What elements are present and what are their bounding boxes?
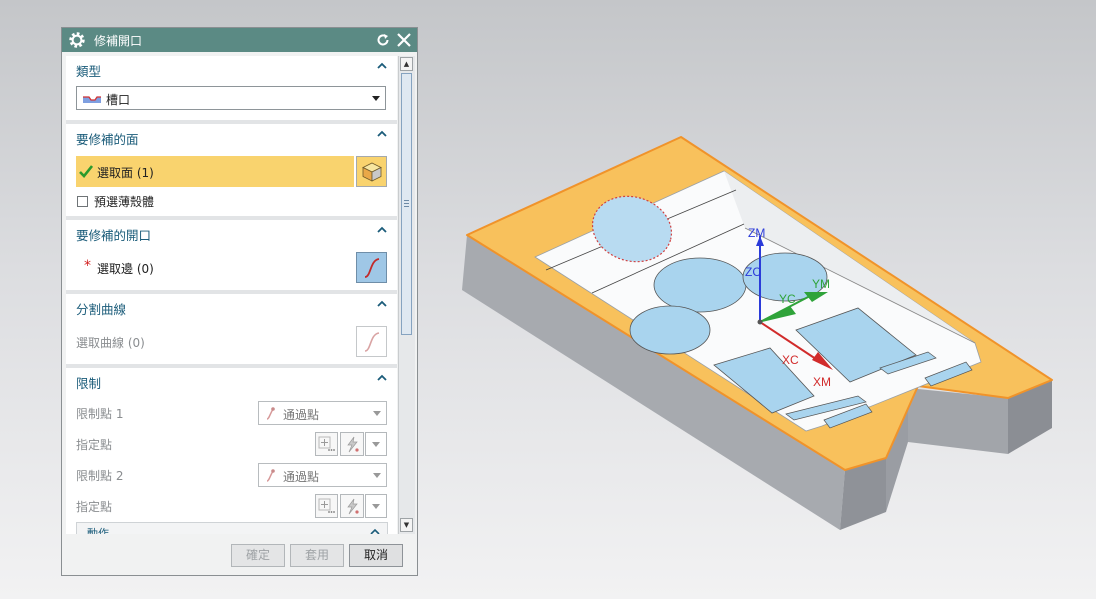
cancel-button[interactable]: 取消 [349, 544, 403, 567]
split-curve-section: 分割曲線 選取曲線 (0) [66, 294, 397, 364]
collapse-caret-icon[interactable] [375, 223, 389, 237]
limit-point-2-value: 通過點 [283, 470, 320, 484]
type-section-header[interactable]: 類型 [66, 56, 397, 82]
curve-selection-button [356, 326, 387, 357]
point-dialog-button [315, 494, 338, 518]
select-curve-label: 選取曲線 (0) [76, 336, 145, 350]
limit-point-2-label: 限制點 2 [76, 469, 124, 483]
limit-point-1-value: 通過點 [283, 408, 320, 422]
specify-point-2-label: 指定點 [76, 500, 113, 514]
patch-opening-dialog: 修補開口 類型 槽口 要修補的面 選取面 (1) 預選薄殼體 要修補的開口 * … [61, 27, 418, 576]
collapse-caret-icon[interactable] [375, 59, 389, 73]
inferred-point-button [340, 432, 364, 456]
opening-section-header[interactable]: 要修補的開口 [66, 220, 397, 246]
collapse-caret-icon[interactable] [369, 526, 381, 534]
inferred-point-button [340, 494, 364, 518]
point-dialog-icon [318, 436, 335, 451]
opening-section-title: 要修補的開口 [76, 228, 152, 243]
faces-section: 要修補的面 選取面 (1) 預選薄殼體 [66, 124, 397, 216]
point-dialog-icon [318, 498, 335, 513]
curve-icon [364, 258, 380, 278]
curve-icon [364, 332, 380, 352]
scroll-up-button[interactable]: ▲ [400, 57, 413, 71]
solid-cube-icon [362, 162, 382, 182]
scrollbar-thumb[interactable] [401, 73, 412, 335]
point-options-dropdown [365, 494, 387, 518]
faces-section-title: 要修補的面 [76, 132, 139, 147]
through-point-icon [266, 469, 275, 482]
specify-point-1-label: 指定點 [76, 438, 113, 452]
xm-axis-label: XM [813, 375, 831, 389]
dialog-title: 修補開口 [94, 33, 143, 48]
limits-section: 限制 限制點 1 通過點 指定點 限制點 2 通過點 指定點 動作 [66, 368, 397, 534]
zm-axis-label: ZM [748, 226, 765, 240]
slot-type-icon [83, 96, 101, 103]
through-point-icon [266, 407, 275, 420]
chevron-down-icon [372, 442, 380, 447]
thumb-grip [404, 203, 409, 204]
gear-icon [69, 32, 85, 48]
limit-point-1-label: 限制點 1 [76, 407, 124, 421]
dialog-body: 類型 槽口 要修補的面 選取面 (1) 預選薄殼體 要修補的開口 * 選取邊 (… [66, 56, 397, 534]
limits-section-header[interactable]: 限制 [66, 368, 397, 394]
type-section: 類型 槽口 [66, 56, 397, 120]
select-face-label: 選取面 (1) [97, 166, 154, 180]
point-dialog-button [315, 432, 338, 456]
type-dropdown[interactable]: 槽口 [76, 86, 386, 110]
apply-button[interactable]: 套用 [290, 544, 344, 567]
edge-selection-button[interactable] [356, 252, 387, 283]
chevron-down-icon [372, 504, 380, 509]
checkmark-icon [79, 165, 93, 178]
chevron-down-icon [372, 96, 380, 101]
close-icon[interactable] [395, 31, 413, 49]
chevron-down-icon [373, 411, 381, 416]
action-subpanel-title: 動作 [87, 527, 109, 534]
limit-point-1-dropdown: 通過點 [258, 401, 387, 425]
opening-section: 要修補的開口 * 選取邊 (0) [66, 220, 397, 290]
inferred-point-icon [347, 436, 359, 453]
hole-face [629, 305, 711, 355]
limits-section-title: 限制 [76, 376, 102, 391]
select-edge-label[interactable]: 選取邊 (0) [97, 260, 154, 277]
triad-origin [757, 319, 763, 325]
ym-axis-label: YM [812, 277, 830, 291]
collapse-caret-icon[interactable] [375, 297, 389, 311]
thumb-grip [404, 206, 409, 207]
hole-face [653, 257, 747, 313]
slot-back-face [908, 388, 1008, 454]
thumb-grip [404, 200, 409, 201]
prefer-thin-body-checkbox[interactable] [77, 196, 88, 207]
split-curve-section-header[interactable]: 分割曲線 [66, 294, 397, 320]
type-section-title: 類型 [76, 64, 102, 79]
split-curve-section-title: 分割曲線 [76, 302, 127, 317]
scroll-down-button[interactable]: ▼ [400, 518, 413, 532]
xc-axis-label: XC [782, 353, 799, 367]
face-selection-button[interactable] [356, 156, 387, 187]
ok-button[interactable]: 確定 [231, 544, 285, 567]
collapse-caret-icon[interactable] [375, 371, 389, 385]
inferred-point-icon [347, 498, 359, 515]
collapse-caret-icon[interactable] [375, 127, 389, 141]
required-mark: * [84, 258, 91, 274]
model-viewport[interactable]: ZM ZC YC YM XC XM [430, 120, 1070, 540]
type-dropdown-value: 槽口 [106, 93, 131, 107]
select-face-row[interactable]: 選取面 (1) [76, 156, 354, 187]
dialog-titlebar: 修補開口 [62, 28, 417, 52]
prefer-thin-body-label: 預選薄殼體 [94, 195, 155, 209]
zc-axis-label: ZC [745, 265, 761, 279]
limit-point-2-dropdown: 通過點 [258, 463, 387, 487]
action-subpanel[interactable]: 動作 [76, 522, 388, 534]
reset-icon[interactable] [374, 31, 392, 49]
yc-axis-label: YC [779, 292, 796, 306]
faces-section-header[interactable]: 要修補的面 [66, 124, 397, 150]
point-options-dropdown [365, 432, 387, 456]
chevron-down-icon [373, 473, 381, 478]
dialog-scrollbar[interactable]: ▲ ▼ [398, 56, 415, 534]
